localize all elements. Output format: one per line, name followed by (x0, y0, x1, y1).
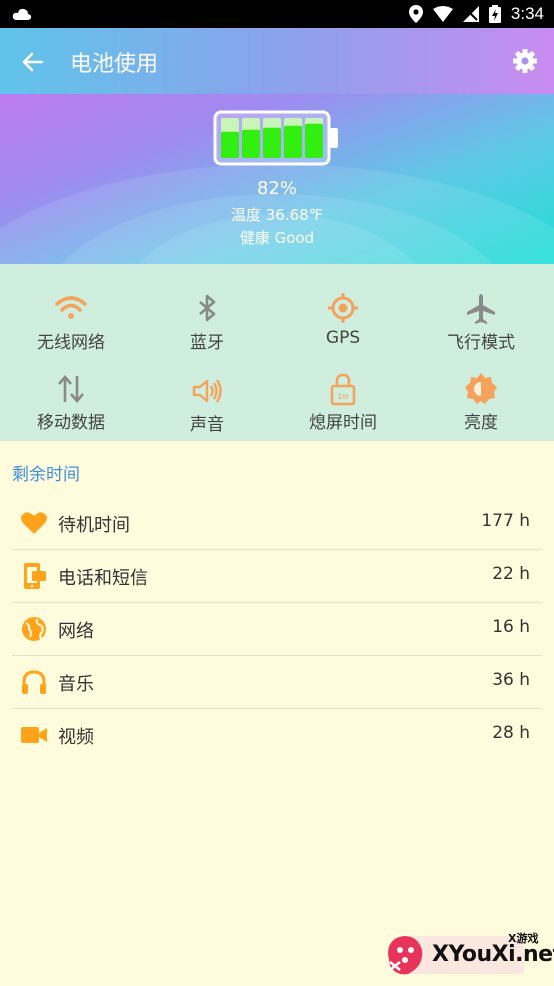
remaining-row-network[interactable]: 网络 16 h (12, 603, 542, 656)
remaining-row-music[interactable]: 音乐 36 h (12, 656, 542, 709)
toggle-mobile-data[interactable]: 移动数据 (2, 372, 140, 433)
row-label: 电话和短信 (58, 568, 148, 589)
battery-charging-icon (488, 5, 501, 23)
airplane-icon (467, 294, 495, 324)
row-value: 177 h (481, 511, 530, 531)
remaining-row-phone[interactable]: 电话和短信 22 h (12, 550, 542, 603)
headphones-icon (22, 670, 46, 694)
remaining-time-title: 剩余时间 (12, 465, 80, 485)
remaining-row-video[interactable]: 视频 28 h (12, 709, 542, 762)
battery-temperature: 温度 36.68℉ (231, 206, 323, 224)
toggle-bluetooth[interactable]: 蓝牙 (138, 292, 276, 353)
toggle-label: 蓝牙 (190, 333, 224, 353)
toggle-wifi[interactable]: 无线网络 (2, 292, 140, 353)
row-label: 视频 (58, 727, 94, 748)
battery-level-icon (213, 110, 338, 166)
status-time: 3:34 (510, 4, 544, 23)
sound-icon (192, 379, 222, 403)
settings-gear-icon[interactable] (512, 48, 538, 74)
battery-percent: 82% (256, 178, 297, 199)
cloud-icon (12, 8, 32, 20)
app-header: 电池使用 (0, 28, 554, 94)
battery-cell-fill (305, 123, 323, 158)
brightness-icon (465, 373, 497, 404)
row-label: 网络 (58, 621, 94, 642)
bluetooth-icon (199, 294, 216, 322)
timeout-badge: 1m (337, 392, 348, 401)
toggle-label: 移动数据 (37, 413, 105, 433)
wifi-signal-icon (432, 6, 453, 22)
battery-cell-fill (284, 125, 302, 158)
row-label: 音乐 (58, 674, 94, 695)
toggle-brightness[interactable]: 亮度 (412, 372, 550, 433)
battery-cell-fill (221, 131, 239, 158)
screen-timeout-icon: 1m (330, 373, 356, 406)
page-title: 电池使用 (70, 52, 159, 77)
toggle-label: 飞行模式 (447, 333, 515, 353)
location-icon (408, 5, 423, 23)
row-label: 待机时间 (58, 515, 130, 536)
row-value: 16 h (492, 617, 530, 637)
toggle-label: 无线网络 (37, 333, 105, 353)
toggle-label: 亮度 (464, 413, 498, 433)
phone-message-icon (24, 563, 46, 589)
toggle-label: 熄屏时间 (309, 413, 377, 433)
row-value: 22 h (492, 564, 530, 584)
mobile-data-icon (58, 375, 84, 403)
no-sim-icon (462, 6, 479, 22)
gps-icon (328, 293, 358, 323)
heart-icon (21, 512, 47, 534)
toggle-gps[interactable]: GPS (274, 292, 412, 348)
toggle-label: GPS (325, 328, 361, 348)
video-camera-icon (21, 727, 47, 743)
battery-cell-fill (242, 129, 260, 158)
row-value: 36 h (492, 670, 530, 690)
toggle-sound[interactable]: 声音 (138, 372, 276, 435)
status-bar: 3:34 (0, 0, 554, 28)
toggle-airplane[interactable]: 飞行模式 (412, 292, 550, 353)
battery-cell-fill (263, 127, 281, 158)
watermark-text: XYouXi.net (432, 942, 554, 967)
globe-icon (22, 617, 46, 641)
quick-toggles-panel: 无线网络 蓝牙 GPS 飞行模式 移动数据 声音 1m 熄屏时间 亮度 (0, 264, 554, 441)
battery-status-panel: 82% 温度 36.68℉ 健康 Good (0, 94, 554, 264)
toggle-label: 声音 (190, 415, 224, 435)
wifi-icon (55, 296, 87, 319)
remaining-row-standby[interactable]: 待机时间 177 h (12, 497, 542, 550)
row-value: 28 h (492, 723, 530, 743)
toggle-screen-timeout[interactable]: 1m 熄屏时间 (274, 372, 412, 433)
battery-health: 健康 Good (239, 229, 315, 247)
back-arrow-icon[interactable] (20, 49, 46, 75)
